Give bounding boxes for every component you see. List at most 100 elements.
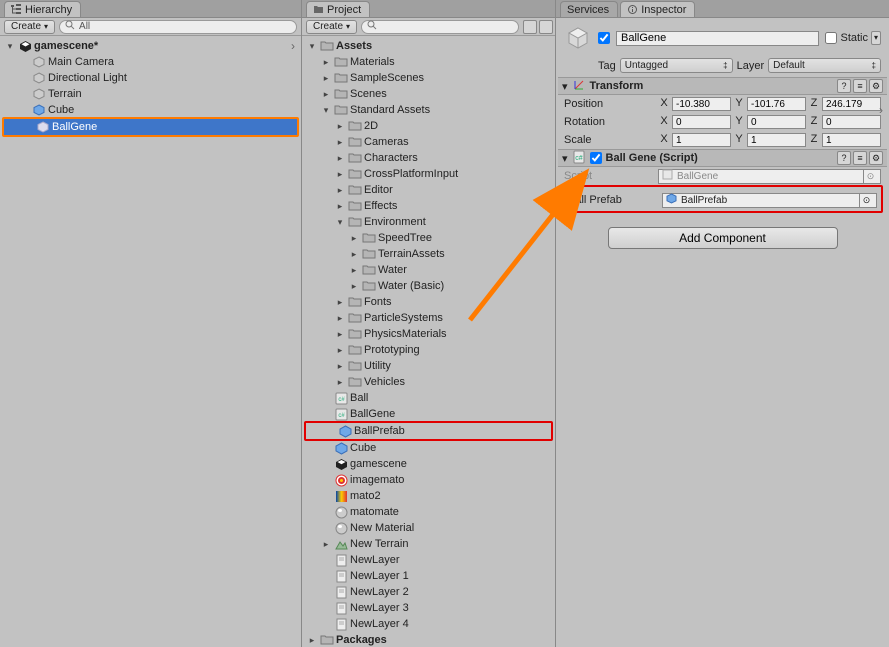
twisty-closed-icon[interactable]: ▸ xyxy=(334,169,346,180)
tab-inspector[interactable]: Inspector xyxy=(620,1,695,17)
project-folder[interactable]: ▸ Utility xyxy=(302,358,555,374)
twisty-open-icon[interactable]: ▾ xyxy=(562,152,568,165)
twisty-open-icon[interactable]: ▾ xyxy=(334,217,346,228)
component-help-icon[interactable]: ? xyxy=(837,151,851,165)
tag-dropdown[interactable]: Untagged ‡ xyxy=(620,58,733,73)
component-preset-icon[interactable]: ≡ xyxy=(853,79,867,93)
project-file[interactable]: c# BallGene xyxy=(302,406,555,422)
tab-project[interactable]: Project xyxy=(306,1,370,17)
position-z-input[interactable] xyxy=(822,97,881,111)
project-create-button[interactable]: Create▾ xyxy=(306,20,357,34)
project-folder[interactable]: ▸ CrossPlatformInput xyxy=(302,166,555,182)
assets-root[interactable]: ▾ Assets xyxy=(302,38,555,54)
scene-root[interactable]: ▾ gamescene* › xyxy=(0,38,301,54)
add-component-button[interactable]: Add Component xyxy=(608,227,838,249)
twisty-closed-icon[interactable]: ▸ xyxy=(334,361,346,372)
project-folder[interactable]: ▸ Editor xyxy=(302,182,555,198)
twisty-closed-icon[interactable]: ▸ xyxy=(348,281,360,292)
project-folder[interactable]: ▸ Effects xyxy=(302,198,555,214)
project-file[interactable]: NewLayer 2 xyxy=(302,584,555,600)
twisty-closed-icon[interactable]: ▸ xyxy=(334,345,346,356)
component-gear-icon[interactable]: ⚙ xyxy=(869,151,883,165)
project-file[interactable]: Cube xyxy=(302,440,555,456)
project-folder[interactable]: ▸ Water xyxy=(302,262,555,278)
hierarchy-search[interactable] xyxy=(59,20,297,34)
twisty-closed-icon[interactable]: ▸ xyxy=(334,377,346,388)
twisty-closed-icon[interactable]: ▸ xyxy=(334,201,346,212)
hierarchy-search-input[interactable] xyxy=(79,21,291,32)
twisty-open-icon[interactable]: ▾ xyxy=(4,41,16,52)
twisty-closed-icon[interactable]: ▸ xyxy=(348,249,360,260)
project-file[interactable]: ▸ New Terrain xyxy=(302,536,555,552)
scale-x-input[interactable] xyxy=(672,133,731,147)
twisty-closed-icon[interactable]: ▸ xyxy=(334,329,346,340)
project-file[interactable]: NewLayer 1 xyxy=(302,568,555,584)
position-x-input[interactable] xyxy=(672,97,731,111)
object-picker-icon[interactable]: ⊙ xyxy=(863,170,877,183)
chevron-right-icon[interactable]: › xyxy=(291,39,295,53)
scale-z-input[interactable] xyxy=(822,133,881,147)
twisty-closed-icon[interactable]: ▸ xyxy=(334,137,346,148)
tab-hierarchy[interactable]: Hierarchy xyxy=(4,1,81,17)
twisty-closed-icon[interactable]: ▸ xyxy=(334,297,346,308)
project-folder[interactable]: ▸ SpeedTree xyxy=(302,230,555,246)
twisty-closed-icon[interactable]: ▸ xyxy=(334,313,346,324)
project-folder[interactable]: ▸ Prototyping xyxy=(302,342,555,358)
hierarchy-item[interactable]: Directional Light xyxy=(0,70,301,86)
rotation-y-input[interactable] xyxy=(747,115,806,129)
project-folder[interactable]: ▸ Scenes xyxy=(302,86,555,102)
component-preset-icon[interactable]: ≡ xyxy=(853,151,867,165)
twisty-open-icon[interactable]: ▾ xyxy=(306,41,318,52)
project-folder[interactable]: ▸ TerrainAssets xyxy=(302,246,555,262)
twisty-closed-icon[interactable]: ▸ xyxy=(320,539,332,550)
project-folder[interactable]: ▾ Standard Assets xyxy=(302,102,555,118)
scale-y-input[interactable] xyxy=(747,133,806,147)
transform-component-header[interactable]: ▾ Transform ? ≡ ⚙ xyxy=(558,77,887,95)
hierarchy-item[interactable]: Main Camera xyxy=(0,54,301,70)
project-file[interactable]: matomate xyxy=(302,504,555,520)
project-folder[interactable]: ▸ Cameras xyxy=(302,134,555,150)
project-folder[interactable]: ▾ Environment xyxy=(302,214,555,230)
static-dropdown-caret[interactable]: ▾ xyxy=(871,31,881,45)
hierarchy-create-button[interactable]: Create▾ xyxy=(4,20,55,34)
project-folder[interactable]: ▸ ParticleSystems xyxy=(302,310,555,326)
script-component-header[interactable]: ▾ c# Ball Gene (Script) ? ≡ ⚙ xyxy=(558,149,887,167)
hierarchy-item[interactable]: Cube › xyxy=(0,102,301,118)
project-folder[interactable]: ▸ SampleScenes xyxy=(302,70,555,86)
project-folder[interactable]: ▸ PhysicsMaterials xyxy=(302,326,555,342)
rotation-x-input[interactable] xyxy=(672,115,731,129)
object-picker-icon[interactable]: ⊙ xyxy=(859,194,873,207)
project-file[interactable]: NewLayer 4 xyxy=(302,616,555,632)
project-folder[interactable]: ▸ Vehicles xyxy=(302,374,555,390)
layer-dropdown[interactable]: Default ‡ xyxy=(768,58,881,73)
static-checkbox[interactable] xyxy=(825,32,837,44)
script-enabled-checkbox[interactable] xyxy=(590,152,602,164)
twisty-closed-icon[interactable]: ▸ xyxy=(334,153,346,164)
packages-root[interactable]: ▸ Packages xyxy=(302,632,555,647)
tab-services[interactable]: Services xyxy=(560,1,618,17)
ballprefab-object-field[interactable]: BallPrefab ⊙ xyxy=(662,193,877,208)
twisty-open-icon[interactable]: ▾ xyxy=(320,105,332,116)
position-y-input[interactable] xyxy=(747,97,806,111)
filter-button-2[interactable] xyxy=(539,20,553,34)
gameobject-thumbnail-icon[interactable] xyxy=(564,24,592,52)
project-folder[interactable]: ▸ Water (Basic) xyxy=(302,278,555,294)
twisty-closed-icon[interactable]: ▸ xyxy=(320,73,332,84)
project-file[interactable]: NewLayer xyxy=(302,552,555,568)
project-file[interactable]: gamescene xyxy=(302,456,555,472)
twisty-closed-icon[interactable]: ▸ xyxy=(348,265,360,276)
project-folder[interactable]: ▸ Characters xyxy=(302,150,555,166)
project-search[interactable] xyxy=(361,20,519,34)
hierarchy-item-selected[interactable]: BallGene xyxy=(4,119,297,135)
component-gear-icon[interactable]: ⚙ xyxy=(869,79,883,93)
project-file[interactable]: imagemato xyxy=(302,472,555,488)
project-folder[interactable]: ▸ 2D xyxy=(302,118,555,134)
project-search-input[interactable] xyxy=(381,21,513,32)
gameobject-name-input[interactable] xyxy=(616,31,819,46)
twisty-closed-icon[interactable]: ▸ xyxy=(348,233,360,244)
component-help-icon[interactable]: ? xyxy=(837,79,851,93)
twisty-open-icon[interactable]: ▾ xyxy=(562,80,568,93)
hierarchy-item[interactable]: Terrain xyxy=(0,86,301,102)
filter-button-1[interactable] xyxy=(523,20,537,34)
project-folder[interactable]: ▸ Materials xyxy=(302,54,555,70)
